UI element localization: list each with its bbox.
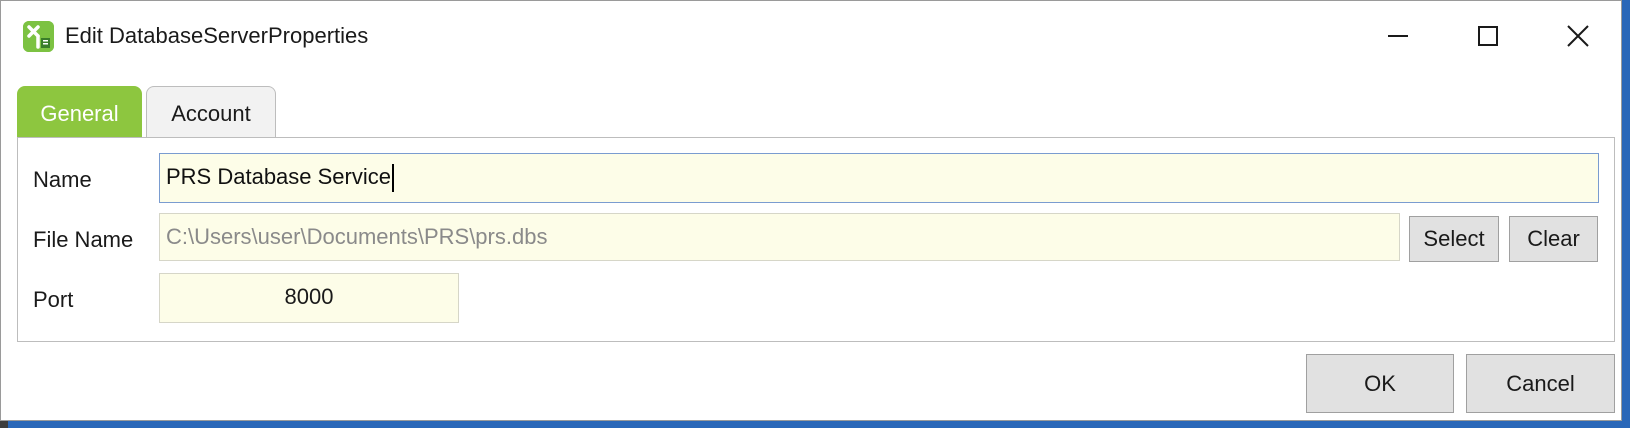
- title-bar[interactable]: Edit DatabaseServerProperties: [1, 1, 1621, 71]
- port-label: Port: [33, 287, 74, 312]
- clear-button[interactable]: Clear: [1509, 216, 1598, 262]
- maximize-button[interactable]: [1458, 13, 1518, 59]
- window-title: Edit DatabaseServerProperties: [65, 23, 369, 48]
- file-name-label: File Name: [33, 227, 134, 252]
- tab-general[interactable]: General: [17, 86, 142, 140]
- app-x-icon: [23, 21, 54, 52]
- maximize-icon: [1478, 26, 1498, 46]
- minimize-button[interactable]: [1368, 13, 1428, 59]
- close-button[interactable]: [1548, 13, 1608, 59]
- minimize-icon: [1388, 35, 1408, 37]
- ok-button[interactable]: OK: [1306, 354, 1454, 413]
- dialog-window: Edit DatabaseServerProperties General Ac…: [0, 0, 1622, 421]
- text-caret: [392, 164, 394, 193]
- name-input[interactable]: PRS Database Service: [159, 153, 1599, 203]
- port-input[interactable]: 8000: [159, 273, 459, 323]
- tab-account[interactable]: Account: [146, 86, 276, 140]
- name-label: Name: [33, 167, 92, 192]
- name-input-value: PRS Database Service: [166, 164, 391, 189]
- file-name-input[interactable]: C:\Users\user\Documents\PRS\prs.dbs: [159, 213, 1400, 261]
- select-button[interactable]: Select: [1409, 216, 1499, 262]
- close-icon: [1567, 25, 1589, 47]
- cancel-button[interactable]: Cancel: [1466, 354, 1615, 413]
